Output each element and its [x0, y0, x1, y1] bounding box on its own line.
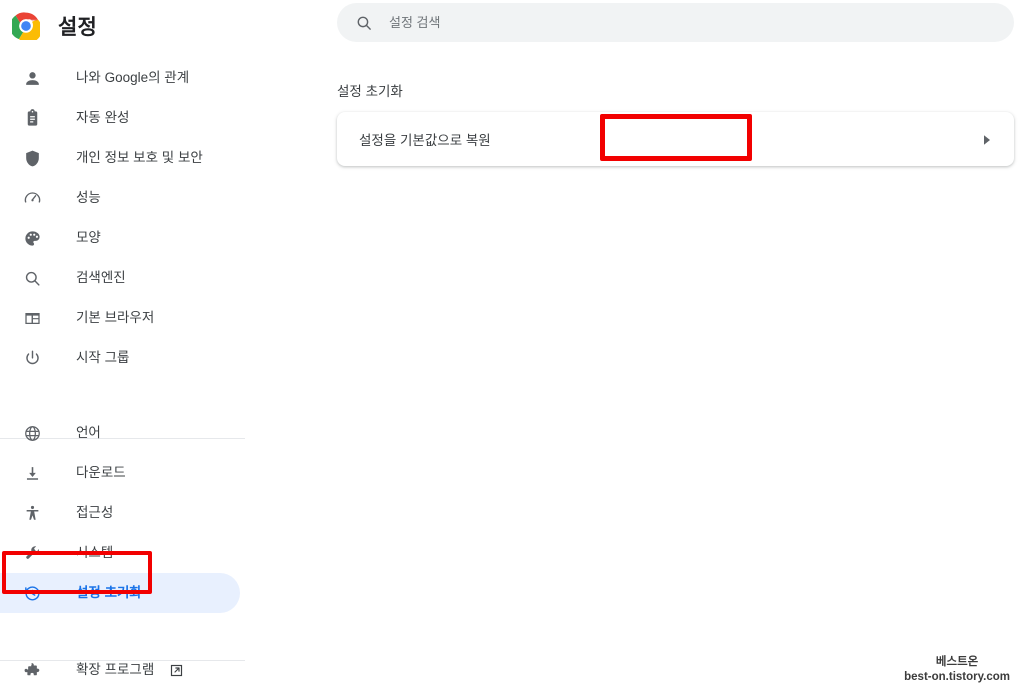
- sidebar-item-about-chrome[interactable]: Chrome 정보: [0, 690, 260, 695]
- watermark-line1: 베스트온: [935, 656, 979, 668]
- search-input[interactable]: [387, 14, 947, 31]
- brand: 설정: [12, 8, 97, 44]
- accessibility-icon: [22, 503, 42, 523]
- sidebar-item-you-and-google[interactable]: 나와 Google의 관계: [0, 58, 260, 98]
- sidebar-item-label: 성능: [76, 190, 101, 206]
- sidebar-item-reset-settings[interactable]: 설정 초기화: [0, 573, 260, 613]
- sidebar-item-downloads[interactable]: 다운로드: [0, 453, 260, 493]
- palette-icon: [22, 228, 42, 248]
- sidebar-item-label: 다운로드: [76, 465, 126, 481]
- wrench-icon: [22, 543, 42, 563]
- sidebar-item-label: 자동 완성: [76, 110, 130, 126]
- sidebar-item-label: 접근성: [76, 505, 114, 521]
- sidebar-item-appearance[interactable]: 모양: [0, 218, 260, 258]
- sidebar-item-label: 나와 Google의 관계: [76, 70, 190, 86]
- sidebar-item-label: 설정 초기화: [76, 585, 142, 601]
- person-icon: [22, 68, 42, 88]
- sidebar-item-label: 확장 프로그램: [76, 662, 155, 678]
- sidebar-item-extensions[interactable]: 확장 프로그램: [0, 650, 260, 690]
- sidebar-item-autofill[interactable]: 자동 완성: [0, 98, 260, 138]
- sidebar-item-system[interactable]: 시스템: [0, 533, 260, 573]
- clipboard-icon: [22, 108, 42, 128]
- sidebar-item-on-startup[interactable]: 시작 그룹: [0, 338, 260, 378]
- restore-defaults-label: 설정을 기본값으로 복원: [359, 133, 491, 148]
- puzzle-icon: [22, 660, 42, 680]
- watermark-line2: best-on.tistory.com: [904, 671, 1010, 683]
- download-icon: [22, 463, 42, 483]
- restore-defaults-row[interactable]: 설정을 기본값으로 복원: [337, 112, 1014, 166]
- main-content: 설정 초기화 설정을 기본값으로 복원 베스트온 best-on.tistory…: [260, 0, 1024, 695]
- shield-icon: [22, 148, 42, 168]
- magnifier-icon: [22, 268, 42, 288]
- sidebar-item-label: 검색엔진: [76, 270, 126, 286]
- sidebar-item-label: 기본 브라우저: [76, 310, 155, 326]
- watermark: 베스트온 best-on.tistory.com: [904, 655, 1010, 685]
- chevron-right-icon[interactable]: [982, 133, 992, 145]
- globe-icon: [22, 423, 42, 443]
- section-title: 설정 초기화: [337, 84, 403, 99]
- browser-window-icon: [22, 308, 42, 328]
- sidebar-item-label: 모양: [76, 230, 101, 246]
- sidebar-item-performance[interactable]: 성능: [0, 178, 260, 218]
- sidebar-item-languages[interactable]: 언어: [0, 413, 260, 453]
- sidebar-item-default-browser[interactable]: 기본 브라우저: [0, 298, 260, 338]
- sidebar-item-label: 시작 그룹: [76, 350, 130, 366]
- sidebar-item-label: 개인 정보 보호 및 보안: [76, 150, 203, 166]
- sidebar-item-accessibility[interactable]: 접근성: [0, 493, 260, 533]
- sidebar-nav: 나와 Google의 관계 자동 완성 개인 정보 보호 및 보안 성능 모양 …: [0, 58, 260, 695]
- chrome-logo-icon: [12, 12, 40, 40]
- settings-page: 설정 나와 Google의 관계 자동 완성 개인 정보 보호 및 보안 성능 …: [0, 0, 1024, 695]
- speedometer-icon: [22, 188, 42, 208]
- history-restore-icon: [22, 583, 42, 603]
- sidebar-item-search-engine[interactable]: 검색엔진: [0, 258, 260, 298]
- power-icon: [22, 348, 42, 368]
- sidebar-item-label: 언어: [76, 425, 101, 441]
- search-bar[interactable]: [337, 3, 1014, 42]
- sidebar-item-privacy-security[interactable]: 개인 정보 보호 및 보안: [0, 138, 260, 178]
- page-title: 설정: [58, 16, 98, 39]
- external-link-icon[interactable]: [168, 662, 184, 678]
- search-icon: [355, 14, 373, 32]
- sidebar-item-label: 시스템: [76, 545, 114, 561]
- sidebar: 설정 나와 Google의 관계 자동 완성 개인 정보 보호 및 보안 성능 …: [0, 0, 260, 695]
